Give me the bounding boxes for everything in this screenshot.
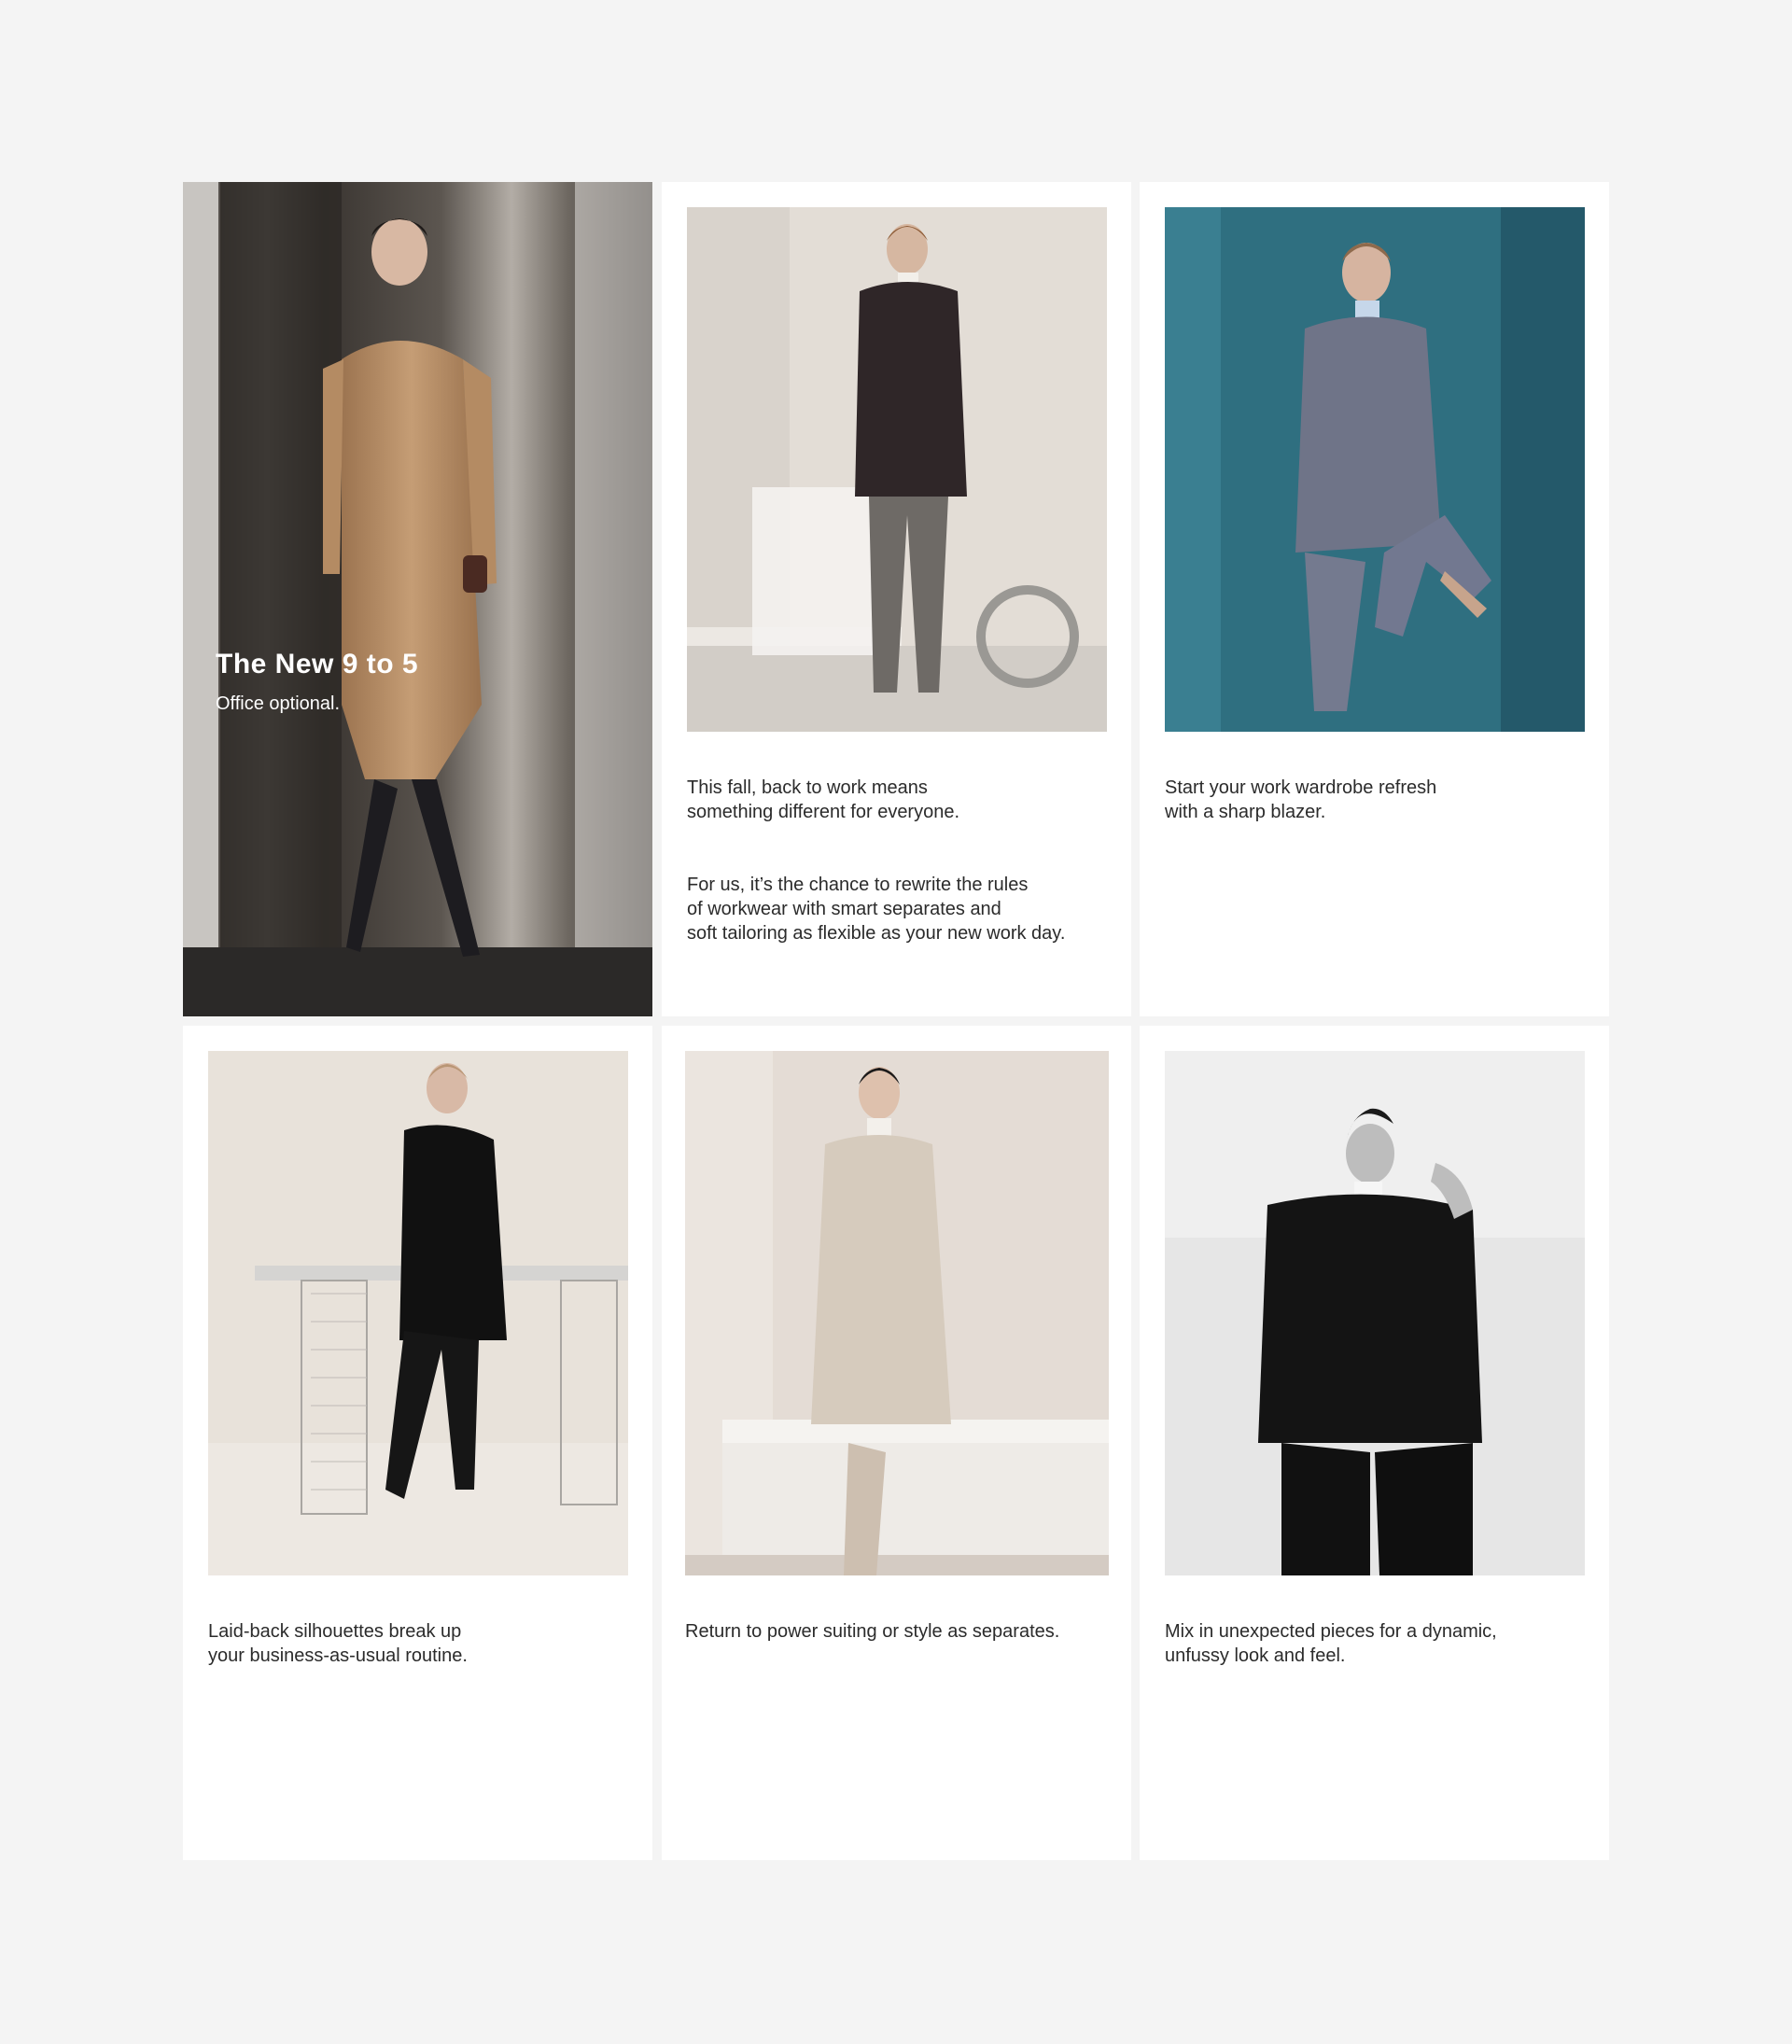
lookbook-image	[1165, 1051, 1585, 1575]
lookbook-image	[687, 207, 1107, 732]
caption-paragraph: For us, it’s the chance to rewrite the r…	[687, 875, 1066, 944]
caption-paragraph: This fall, back to work means something …	[687, 777, 960, 822]
lookbook-caption: Mix in unexpected pieces for a dynamic, …	[1165, 1595, 1594, 1692]
caption-paragraph: Mix in unexpected pieces for a dynamic, …	[1165, 1621, 1497, 1666]
lookbook-caption: This fall, back to work means something …	[687, 751, 1116, 970]
lookbook-card[interactable]: Return to power suiting or style as sepa…	[662, 1026, 1131, 1860]
lookbook-card[interactable]: Start your work wardrobe refresh with a …	[1140, 182, 1609, 1016]
lookbook-card[interactable]: This fall, back to work means something …	[662, 182, 1131, 1016]
lookbook-card[interactable]: Mix in unexpected pieces for a dynamic, …	[1140, 1026, 1609, 1860]
editorial-grid: The New 9 to 5 Office optional. This fal…	[183, 182, 1609, 1860]
caption-paragraph: Start your work wardrobe refresh with a …	[1165, 777, 1437, 822]
lookbook-image	[1165, 207, 1585, 732]
lookbook-caption: Start your work wardrobe refresh with a …	[1165, 751, 1594, 848]
caption-paragraph: Laid-back silhouettes break up your busi…	[208, 1621, 468, 1666]
caption-paragraph: Return to power suiting or style as sepa…	[685, 1621, 1060, 1642]
hero-subtitle: Office optional.	[216, 693, 341, 714]
hero-card[interactable]: The New 9 to 5 Office optional.	[183, 182, 652, 1016]
lookbook-card[interactable]: Laid-back silhouettes break up your busi…	[183, 1026, 652, 1860]
lookbook-caption: Return to power suiting or style as sepa…	[685, 1595, 1114, 1668]
lookbook-caption: Laid-back silhouettes break up your busi…	[208, 1595, 637, 1692]
lookbook-image	[685, 1051, 1109, 1575]
hero-title: The New 9 to 5	[216, 649, 419, 679]
lookbook-image	[208, 1051, 628, 1575]
hero-image	[183, 182, 652, 1016]
